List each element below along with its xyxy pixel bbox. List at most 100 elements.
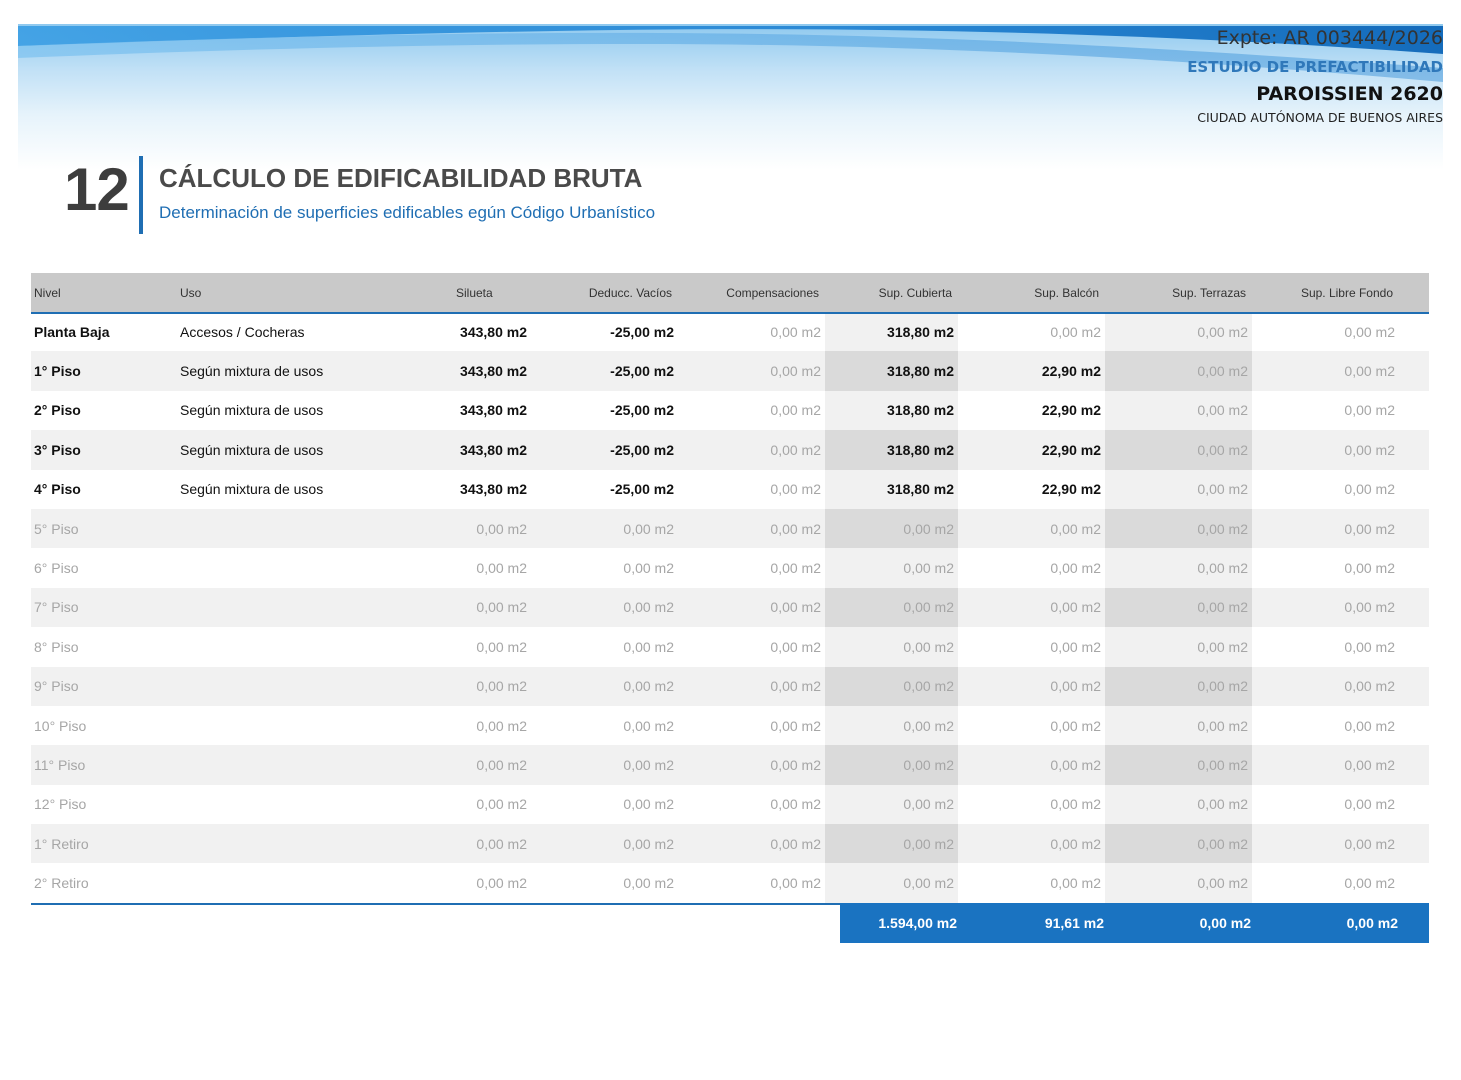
cell-nivel: 4° Piso: [34, 481, 81, 498]
cell-silueta: 0,00 m2: [476, 875, 527, 892]
cell-sup-terrazas: 0,00 m2: [1105, 587, 1252, 628]
cell-compensaciones: 0,00 m2: [770, 678, 821, 695]
cell-sup-terrazas: 0,00 m2: [1105, 430, 1252, 470]
cell-sup-terrazas: 0,00 m2: [1105, 312, 1252, 352]
cell-sup-cubierta: 0,00 m2: [825, 705, 958, 746]
total-sup-terrazas: 0,00 m2: [1199, 915, 1251, 931]
table-row: 1° Piso Según mixtura de usos 343,80 m2 -25…: [31, 351, 1429, 391]
cell-nivel: 9° Piso: [34, 678, 79, 695]
col-header-silueta: Silueta: [456, 285, 493, 300]
cell-sup-cubierta: 0,00 m2: [825, 508, 958, 549]
section-subtitle: Determinación de superficies edificables…: [159, 203, 656, 222]
col-header-sup-balcon: Sup. Balcón: [1034, 285, 1099, 300]
cell-sup-balcon: 0,00 m2: [1050, 875, 1101, 892]
cell-sup-balcon: 0,00 m2: [1050, 638, 1101, 655]
cell-silueta: 343,80 m2: [460, 441, 527, 458]
total-sup-cubierta: 1.594,00 m2: [878, 915, 957, 931]
cell-uso: [177, 509, 451, 548]
cell-sup-cubierta: 0,00 m2: [825, 824, 958, 864]
cell-deducc: -25,00 m2: [610, 441, 674, 458]
cell-sup-libre-fondo: 0,00 m2: [1344, 756, 1395, 773]
cell-silueta: 0,00 m2: [476, 560, 527, 577]
property-address: PAROISSIEN 2620: [1256, 83, 1443, 105]
cell-deducc: 0,00 m2: [623, 875, 674, 892]
city-name: CIUDAD AUTÓNOMA DE BUENOS AIRES: [1197, 110, 1443, 125]
col-header-sup-libre-fondo: Sup. Libre Fondo: [1300, 285, 1393, 300]
cell-uso: Según mixtura de usos: [180, 441, 324, 458]
cell-sup-balcon: 0,00 m2: [1050, 717, 1101, 734]
cell-sup-cubierta: 318,80 m2: [825, 430, 958, 470]
study-type: ESTUDIO DE PREFACTIBILIDAD: [1187, 58, 1443, 76]
cell-sup-terrazas: 0,00 m2: [1105, 824, 1252, 864]
cell-sup-terrazas: 0,00 m2: [1105, 390, 1252, 431]
cell-uso: [177, 863, 451, 902]
cell-nivel: 10° Piso: [34, 717, 87, 734]
table-row: 7° Piso 0,00 m2 0,00 m2 0,00 m2 0,00 m2 0,00 …: [31, 587, 1429, 628]
header-underline: [31, 312, 1429, 314]
table-row: 4° Piso Según mixtura de usos 343,80 m2 -25…: [31, 469, 1429, 509]
table-header-row: Nivel Uso Silueta Deducc. Vacíos Compens…: [31, 273, 1429, 312]
cell-compensaciones: 0,00 m2: [770, 323, 821, 340]
cell-sup-balcon: 0,00 m2: [1050, 560, 1101, 577]
cell-sup-terrazas: 0,00 m2: [1105, 469, 1252, 509]
cell-uso: [177, 588, 451, 627]
cell-sup-libre-fondo: 0,00 m2: [1344, 560, 1395, 577]
cell-compensaciones: 0,00 m2: [770, 875, 821, 892]
table-row: 9° Piso 0,00 m2 0,00 m2 0,00 m2 0,00 m2 0,00 …: [31, 666, 1429, 706]
cell-uso: Según mixtura de usos: [180, 481, 324, 498]
cell-sup-balcon: 0,00 m2: [1050, 678, 1101, 695]
cell-sup-libre-fondo: 0,00 m2: [1344, 835, 1395, 852]
cell-uso: [177, 706, 451, 745]
cell-uso: Accesos / Cocheras: [180, 323, 305, 340]
cell-sup-balcon: 22,90 m2: [1041, 441, 1101, 458]
table-row: Planta Baja Accesos / Cocheras 343,80 m2 -2…: [31, 312, 1429, 352]
cell-silueta: 343,80 m2: [460, 402, 527, 419]
cell-silueta: 0,00 m2: [476, 520, 527, 537]
cell-deducc: -25,00 m2: [610, 363, 674, 380]
cell-nivel: 1° Piso: [34, 363, 81, 380]
cell-compensaciones: 0,00 m2: [770, 835, 821, 852]
cell-sup-cubierta: 0,00 m2: [825, 548, 958, 588]
cell-nivel: 8° Piso: [34, 638, 79, 655]
cell-sup-terrazas: 0,00 m2: [1105, 508, 1252, 549]
cell-silueta: 343,80 m2: [460, 363, 527, 380]
cell-silueta: 0,00 m2: [476, 756, 527, 773]
cell-sup-libre-fondo: 0,00 m2: [1344, 638, 1395, 655]
cell-compensaciones: 0,00 m2: [770, 363, 821, 380]
cell-sup-cubierta: 0,00 m2: [825, 627, 958, 667]
cell-silueta: 0,00 m2: [476, 678, 527, 695]
cell-nivel: Planta Baja: [34, 323, 110, 340]
cell-sup-cubierta: 0,00 m2: [825, 666, 958, 706]
section-divider: [139, 156, 143, 234]
cell-uso: [177, 745, 451, 784]
table-body: Planta Baja Accesos / Cocheras 343,80 m2 -2…: [31, 312, 1429, 903]
cell-deducc: 0,00 m2: [623, 717, 674, 734]
cell-uso: [177, 548, 451, 587]
cell-sup-libre-fondo: 0,00 m2: [1344, 363, 1395, 380]
cell-silueta: 0,00 m2: [476, 835, 527, 852]
cell-compensaciones: 0,00 m2: [770, 599, 821, 616]
cell-compensaciones: 0,00 m2: [770, 796, 821, 813]
cell-sup-terrazas: 0,00 m2: [1105, 351, 1252, 391]
table-row: 10° Piso 0,00 m2 0,00 m2 0,00 m2 0,00 m2 0,00…: [31, 705, 1429, 746]
cell-sup-terrazas: 0,00 m2: [1105, 705, 1252, 746]
cell-sup-libre-fondo: 0,00 m2: [1344, 402, 1395, 419]
cell-deducc: -25,00 m2: [610, 402, 674, 419]
cell-sup-balcon: 0,00 m2: [1050, 520, 1101, 537]
col-header-nivel: Nivel: [34, 285, 61, 300]
cell-sup-libre-fondo: 0,00 m2: [1344, 796, 1395, 813]
col-header-sup-cubierta: Sup. Cubierta: [878, 285, 952, 300]
table-row: 11° Piso 0,00 m2 0,00 m2 0,00 m2 0,00 m2 0,00…: [31, 745, 1429, 785]
table-row: 12° Piso 0,00 m2 0,00 m2 0,00 m2 0,00 m2 0,00…: [31, 784, 1429, 825]
cell-sup-balcon: 22,90 m2: [1041, 402, 1101, 419]
cell-deducc: 0,00 m2: [623, 638, 674, 655]
cell-sup-cubierta: 0,00 m2: [825, 863, 958, 903]
cell-sup-balcon: 0,00 m2: [1050, 835, 1101, 852]
cell-nivel: 7° Piso: [34, 599, 79, 616]
cell-deducc: 0,00 m2: [623, 835, 674, 852]
total-sup-libre-fondo: 0,00 m2: [1346, 915, 1398, 931]
cell-compensaciones: 0,00 m2: [770, 481, 821, 498]
cell-silueta: 0,00 m2: [476, 599, 527, 616]
cell-sup-libre-fondo: 0,00 m2: [1344, 875, 1395, 892]
cell-sup-cubierta: 0,00 m2: [825, 587, 958, 628]
